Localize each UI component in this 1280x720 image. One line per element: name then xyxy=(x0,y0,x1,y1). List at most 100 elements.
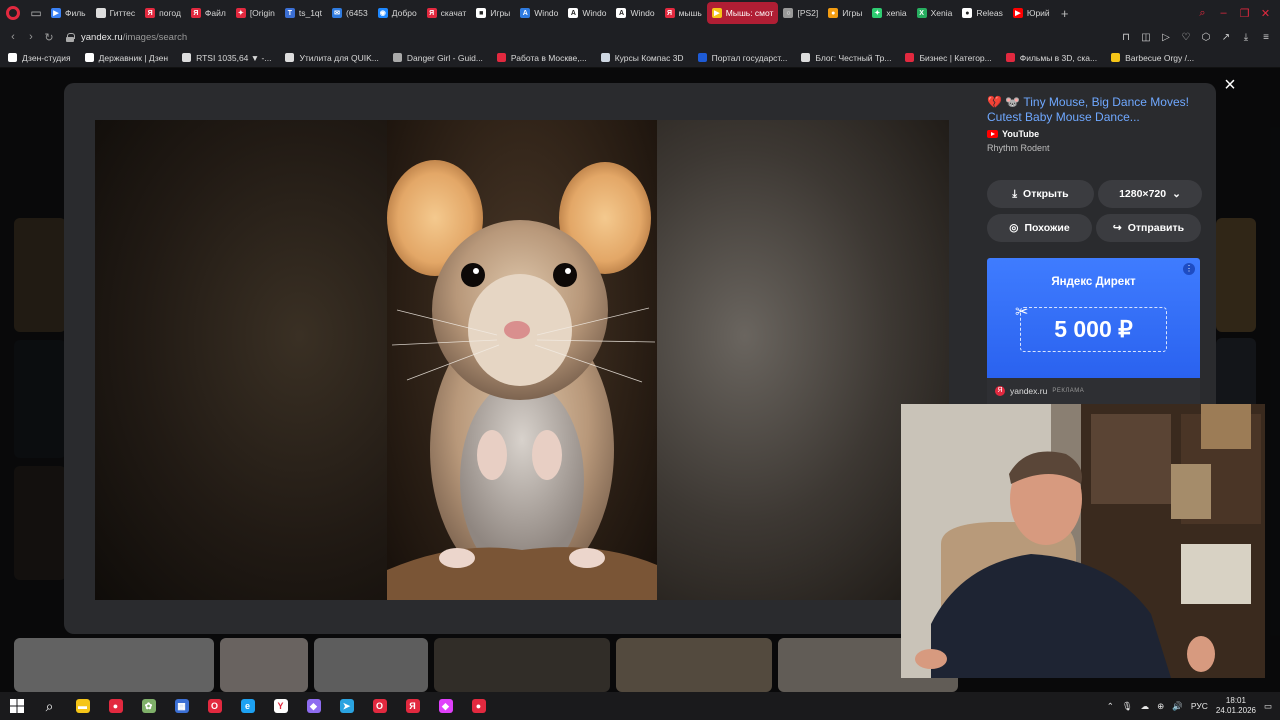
url-host: yandex.ru xyxy=(81,31,123,43)
tab-label: Windo xyxy=(534,8,559,18)
ad-options-icon[interactable]: ⋮ xyxy=(1183,263,1195,275)
browser-tab[interactable]: A Windo xyxy=(515,2,563,24)
browser-tab[interactable]: ✦ [Origin xyxy=(231,2,280,24)
search-tabs-icon[interactable]: ⌕ xyxy=(1194,7,1211,20)
volume-icon[interactable]: 🔊 xyxy=(1172,701,1183,712)
browser-tab[interactable]: ● Releas xyxy=(957,2,1007,24)
size-dropdown[interactable]: 1280×720 ⌄ xyxy=(1098,180,1202,208)
minimize-button[interactable]: – xyxy=(1215,7,1232,19)
taskbar-app-opera[interactable]: O xyxy=(198,692,231,720)
taskbar-app-recorder[interactable]: ● xyxy=(462,692,495,720)
microphone-icon[interactable]: 🎙 xyxy=(1122,701,1133,712)
tab-label: Windo xyxy=(630,8,655,18)
browser-tab[interactable]: ▶ Мышь: смот xyxy=(706,2,779,24)
browser-tab[interactable]: Ямышь xyxy=(660,2,707,24)
tab-overview-icon[interactable]: ▭ xyxy=(26,0,46,26)
share-arrow-icon: ↪ xyxy=(1112,222,1122,234)
taskbar-app-record[interactable]: ● xyxy=(99,692,132,720)
taskbar-app-yandex[interactable]: Я xyxy=(396,692,429,720)
browser-tab[interactable]: ✦ xenia xyxy=(867,2,911,24)
taskbar-app-edge[interactable]: e xyxy=(231,692,264,720)
browser-tab[interactable]: A Windo xyxy=(563,2,611,24)
bookmark-item[interactable]: RTSI 1035,64 ▼ -... xyxy=(182,53,271,63)
bookmark-item[interactable]: Портал государст... xyxy=(697,53,787,63)
source-platform[interactable]: YouTube xyxy=(987,129,1202,139)
taskbar-app-file-explorer[interactable]: ▬ xyxy=(66,692,99,720)
taskbar-app-app-pink[interactable]: ◆ xyxy=(429,692,462,720)
tab-label: Игры xyxy=(490,8,511,18)
ad-banner[interactable]: ⋮ Яндекс Директ ✂ 5 000 ₽ xyxy=(987,258,1200,378)
browser-tab[interactable]: ◉ Добро xyxy=(373,2,422,24)
pin-icon[interactable]: ⊓ xyxy=(1118,32,1134,43)
taskbar-app-app-green[interactable]: ✿ xyxy=(132,692,165,720)
bookmark-item[interactable]: Бизнес | Категор... xyxy=(905,53,992,63)
url-field[interactable]: yandex.ru/images/search xyxy=(66,32,187,43)
browser-tab[interactable]: ● Игры xyxy=(823,2,867,24)
browser-tab[interactable]: X Xenia xyxy=(912,2,958,24)
bookmark-favicon-icon xyxy=(905,53,915,62)
share-button[interactable]: ↪ Отправить xyxy=(1096,214,1201,242)
tab-favicon-icon: ✦ xyxy=(235,8,246,18)
taskbar-app-yandex-browser[interactable]: Y xyxy=(264,692,297,720)
browser-tab[interactable]: Гиттес xyxy=(91,2,141,24)
heart-icon[interactable]: ♡ xyxy=(1178,32,1194,43)
start-button[interactable] xyxy=(0,692,33,720)
taskbar-app-calculator[interactable]: ▦ xyxy=(165,692,198,720)
tab-label: ts_1qt xyxy=(298,8,323,18)
bookmark-label: Фильмы в 3D, ска... xyxy=(1019,52,1098,63)
browser-tab[interactable]: ▶ Юрий xyxy=(1008,2,1055,24)
snapshot-icon[interactable]: ◫ xyxy=(1138,32,1154,43)
image-viewer xyxy=(95,120,949,600)
browser-tab[interactable]: Tts_1qt xyxy=(280,2,327,24)
bookmark-item[interactable]: Barbecue Orgy /... xyxy=(1111,53,1194,63)
onedrive-icon[interactable]: ☁ xyxy=(1141,701,1150,712)
search-button[interactable]: ⌕ xyxy=(33,692,66,720)
share-icon[interactable]: ↗ xyxy=(1218,32,1234,43)
bookmark-item[interactable]: Курсы Компас 3D xyxy=(600,53,684,63)
taskbar-app-telegram[interactable]: ➤ xyxy=(330,692,363,720)
mouse-photo[interactable] xyxy=(387,120,657,600)
taskbar-app-gamepad[interactable]: ◆ xyxy=(297,692,330,720)
new-tab-button[interactable]: + xyxy=(1055,6,1075,21)
bookmark-label: Danger Girl - Guid... xyxy=(406,52,483,63)
browser-tab[interactable]: ✉ (6453 xyxy=(327,2,373,24)
browser-tab[interactable]: ■ Игры xyxy=(471,2,515,24)
open-button[interactable]: ⤓ Открыть xyxy=(987,180,1094,208)
tray-overflow-icon[interactable]: ⌃ xyxy=(1107,701,1114,712)
browser-tab[interactable]: ○ [PS2] xyxy=(778,2,823,24)
bookmark-item[interactable]: Фильмы в 3D, ска... xyxy=(1005,52,1098,63)
notifications-icon[interactable]: ▭ xyxy=(1264,701,1272,712)
bookmark-item[interactable]: Дзен-студия xyxy=(8,53,71,63)
language-indicator[interactable]: РУС xyxy=(1191,701,1208,711)
forward-button[interactable]: › xyxy=(22,31,40,43)
bookmark-item[interactable]: Державник | Дзен xyxy=(84,53,168,63)
tab-favicon-icon: ✉ xyxy=(332,8,343,18)
download-icon[interactable]: ⤓ xyxy=(1238,32,1254,43)
easy-setup-icon[interactable]: ≡ xyxy=(1258,32,1274,43)
play-icon[interactable]: ▷ xyxy=(1158,32,1174,43)
browser-tab[interactable]: Яскачат xyxy=(422,2,472,24)
opera-menu-icon[interactable] xyxy=(0,0,26,26)
back-button[interactable]: ‹ xyxy=(4,31,22,43)
extensions-icon[interactable]: ⬡ xyxy=(1198,32,1214,43)
browser-tab[interactable]: A Windo xyxy=(611,2,659,24)
close-window-button[interactable]: ✕ xyxy=(1257,7,1274,20)
similar-button[interactable]: ◎ Похожие xyxy=(987,214,1092,242)
network-icon[interactable]: ⊕ xyxy=(1157,701,1164,712)
clock[interactable]: 18:01 24.01.2026 xyxy=(1216,696,1256,716)
bookmark-item[interactable]: Danger Girl - Guid... xyxy=(392,52,483,63)
close-viewer-button[interactable]: × xyxy=(1220,75,1240,95)
browser-tab[interactable]: Япогод xyxy=(140,2,186,24)
maximize-button[interactable]: ❐ xyxy=(1236,7,1253,20)
secondary-actions: ◎ Похожие ↪ Отправить xyxy=(987,214,1202,242)
source-title-link[interactable]: 💔 🐭 Tiny Mouse, Big Dance Moves! Cutest … xyxy=(987,95,1202,125)
bookmark-item[interactable]: Работа в Москве,... xyxy=(496,53,587,63)
bookmark-item[interactable]: Утилита для QUIK... xyxy=(285,53,379,63)
tab-favicon-icon: ○ xyxy=(783,8,794,18)
tab-label: погод xyxy=(159,8,181,18)
bookmark-item[interactable]: Блог: Честный Тр... xyxy=(801,53,891,63)
browser-tab[interactable]: Я Файл xyxy=(186,2,231,24)
reload-button[interactable]: ↻ xyxy=(40,31,58,44)
taskbar-app-opera-gx[interactable]: O xyxy=(363,692,396,720)
browser-tab[interactable]: ▶ Филь xyxy=(46,2,91,24)
